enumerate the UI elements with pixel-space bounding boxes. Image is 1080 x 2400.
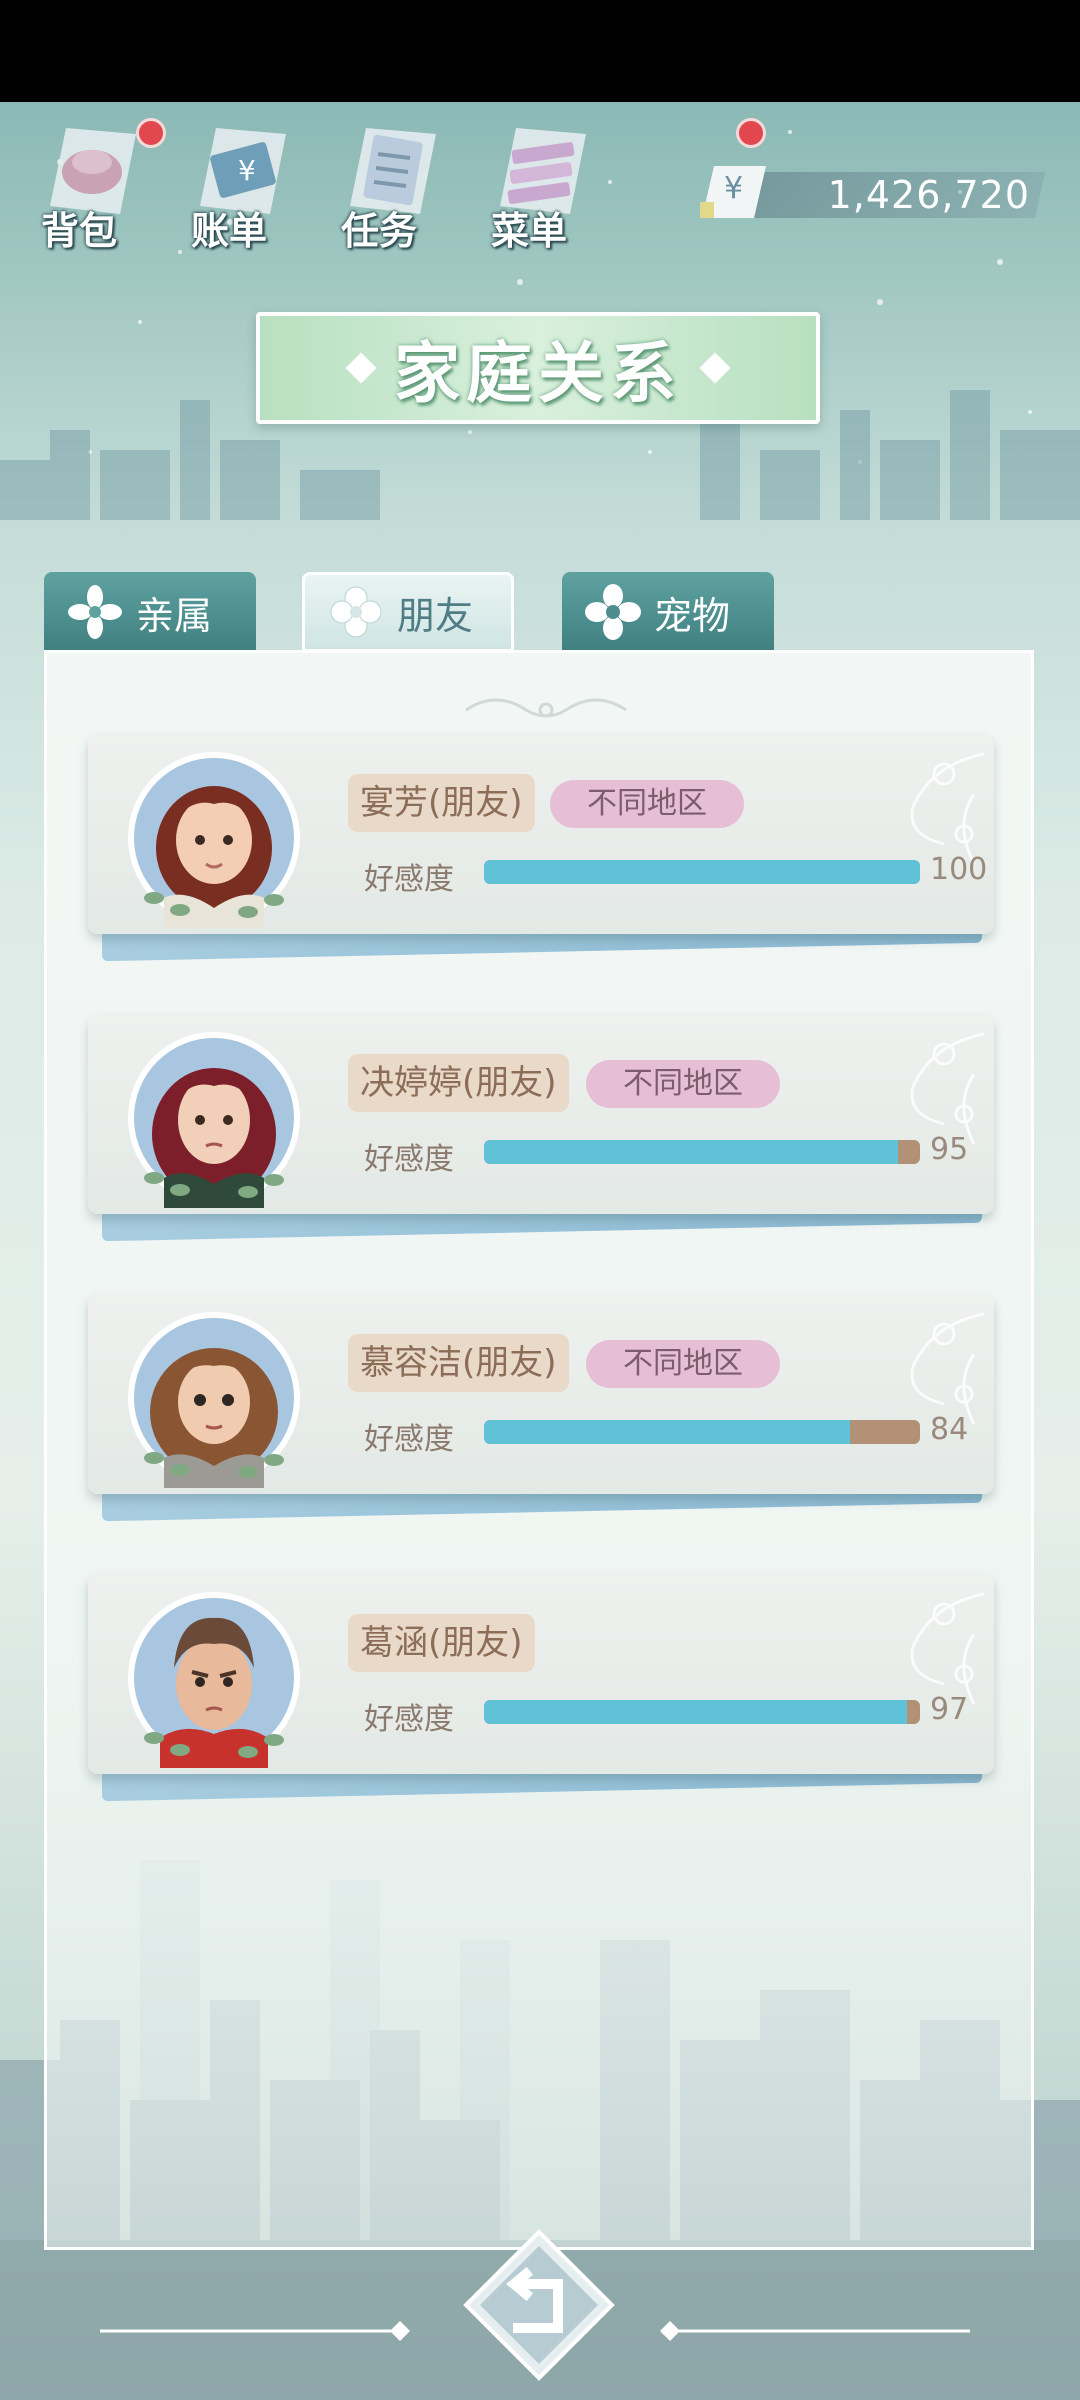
affinity-bar: [484, 860, 920, 884]
floral-decoration: [910, 1312, 985, 1425]
friend-name: 慕容洁(朋友): [348, 1334, 569, 1392]
region-tag: 不同地区: [586, 1340, 780, 1388]
bill-button[interactable]: ¥ 账单: [174, 108, 294, 258]
page-title-banner: 家庭关系: [256, 312, 820, 424]
affinity-bar-fill: [484, 1140, 899, 1164]
floral-decoration: [910, 752, 985, 865]
flower-icon: [585, 584, 641, 640]
friend-card[interactable]: 葛涵(朋友) 好感度 97: [88, 1564, 994, 1802]
card-body: 慕容洁(朋友) 不同地区 好感度 84: [88, 1294, 994, 1494]
affinity-bar-fill: [484, 860, 920, 884]
floral-decoration: [910, 1592, 985, 1705]
flower-icon: [68, 585, 122, 639]
friend-name: 葛涵(朋友): [348, 1614, 535, 1672]
page-title: 家庭关系: [394, 335, 682, 412]
card-body: 宴芳(朋友) 不同地区 好感度 100: [88, 734, 994, 934]
card-body: 葛涵(朋友) 好感度 97: [88, 1574, 994, 1774]
affinity-label: 好感度: [364, 1422, 454, 1457]
affinity-value: 97: [930, 1692, 969, 1727]
affinity-bar: [484, 1700, 920, 1724]
affinity-bar-fill: [484, 1700, 907, 1724]
affinity-value: 100: [930, 852, 988, 887]
floral-decoration: [910, 1032, 985, 1145]
backpack-label: 背包: [40, 209, 117, 253]
task-notification-badge: [736, 118, 766, 148]
yen-icon: ¥: [700, 166, 766, 218]
menu-button[interactable]: 菜单: [474, 108, 594, 258]
affinity-label: 好感度: [364, 1142, 454, 1177]
diamond-right-icon: [699, 352, 731, 384]
region-tag: 不同地区: [550, 780, 744, 828]
avatar: [128, 1032, 300, 1208]
decorative-line-left: [100, 2321, 410, 2341]
avatar: [128, 1592, 300, 1768]
task-button[interactable]: 任务: [324, 108, 766, 258]
friend-card[interactable]: 慕容洁(朋友) 不同地区 好感度 84: [88, 1284, 994, 1522]
affinity-bar: [484, 1140, 920, 1164]
svg-text:¥: ¥: [238, 154, 256, 187]
diamond-left-icon: [345, 352, 377, 384]
friend-name: 决婷婷(朋友): [348, 1054, 569, 1112]
affinity-bar: [484, 1420, 920, 1444]
friend-card[interactable]: 宴芳(朋友) 不同地区 好感度 100: [88, 724, 994, 962]
affinity-bar-fill: [484, 1420, 851, 1444]
decorative-line-right: [660, 2321, 970, 2341]
tab-friends[interactable]: 朋友: [302, 572, 514, 652]
affinity-value: 84: [930, 1412, 969, 1447]
region-tag: 不同地区: [586, 1060, 780, 1108]
tab-relatives[interactable]: 亲属: [44, 572, 256, 652]
avatar: [128, 1312, 300, 1488]
status-bar: [0, 0, 1080, 102]
tab-relatives-label: 亲属: [136, 593, 213, 638]
affinity-label: 好感度: [364, 1702, 454, 1737]
tab-pets[interactable]: 宠物: [562, 572, 774, 652]
menu-label: 菜单: [490, 209, 567, 253]
card-body: 决婷婷(朋友) 不同地区 好感度 95: [88, 1014, 994, 1214]
money-value: 1,426,720: [827, 173, 1030, 217]
flower-icon: [330, 586, 382, 638]
task-label: 任务: [340, 209, 417, 253]
affinity-value: 95: [930, 1132, 969, 1167]
money-display: ¥ 1,426,720: [700, 166, 1045, 222]
affinity-label: 好感度: [364, 862, 454, 897]
friend-name: 宴芳(朋友): [348, 774, 535, 832]
avatar: [128, 752, 300, 928]
friend-card[interactable]: 决婷婷(朋友) 不同地区 好感度 95: [88, 1004, 994, 1242]
backpack-button[interactable]: 背包: [24, 108, 166, 258]
backpack-notification-badge: [136, 118, 166, 148]
tab-pets-label: 宠物: [654, 593, 731, 638]
tab-friends-label: 朋友: [397, 593, 474, 638]
bill-label: 账单: [190, 209, 267, 253]
back-button[interactable]: [462, 2228, 616, 2382]
svg-text:¥: ¥: [724, 171, 743, 206]
game-screen: 背包 ¥ 账单 任务 菜单 ¥ 1,426,720 家庭关系 亲属 朋友 宠物 …: [0, 0, 1080, 2400]
